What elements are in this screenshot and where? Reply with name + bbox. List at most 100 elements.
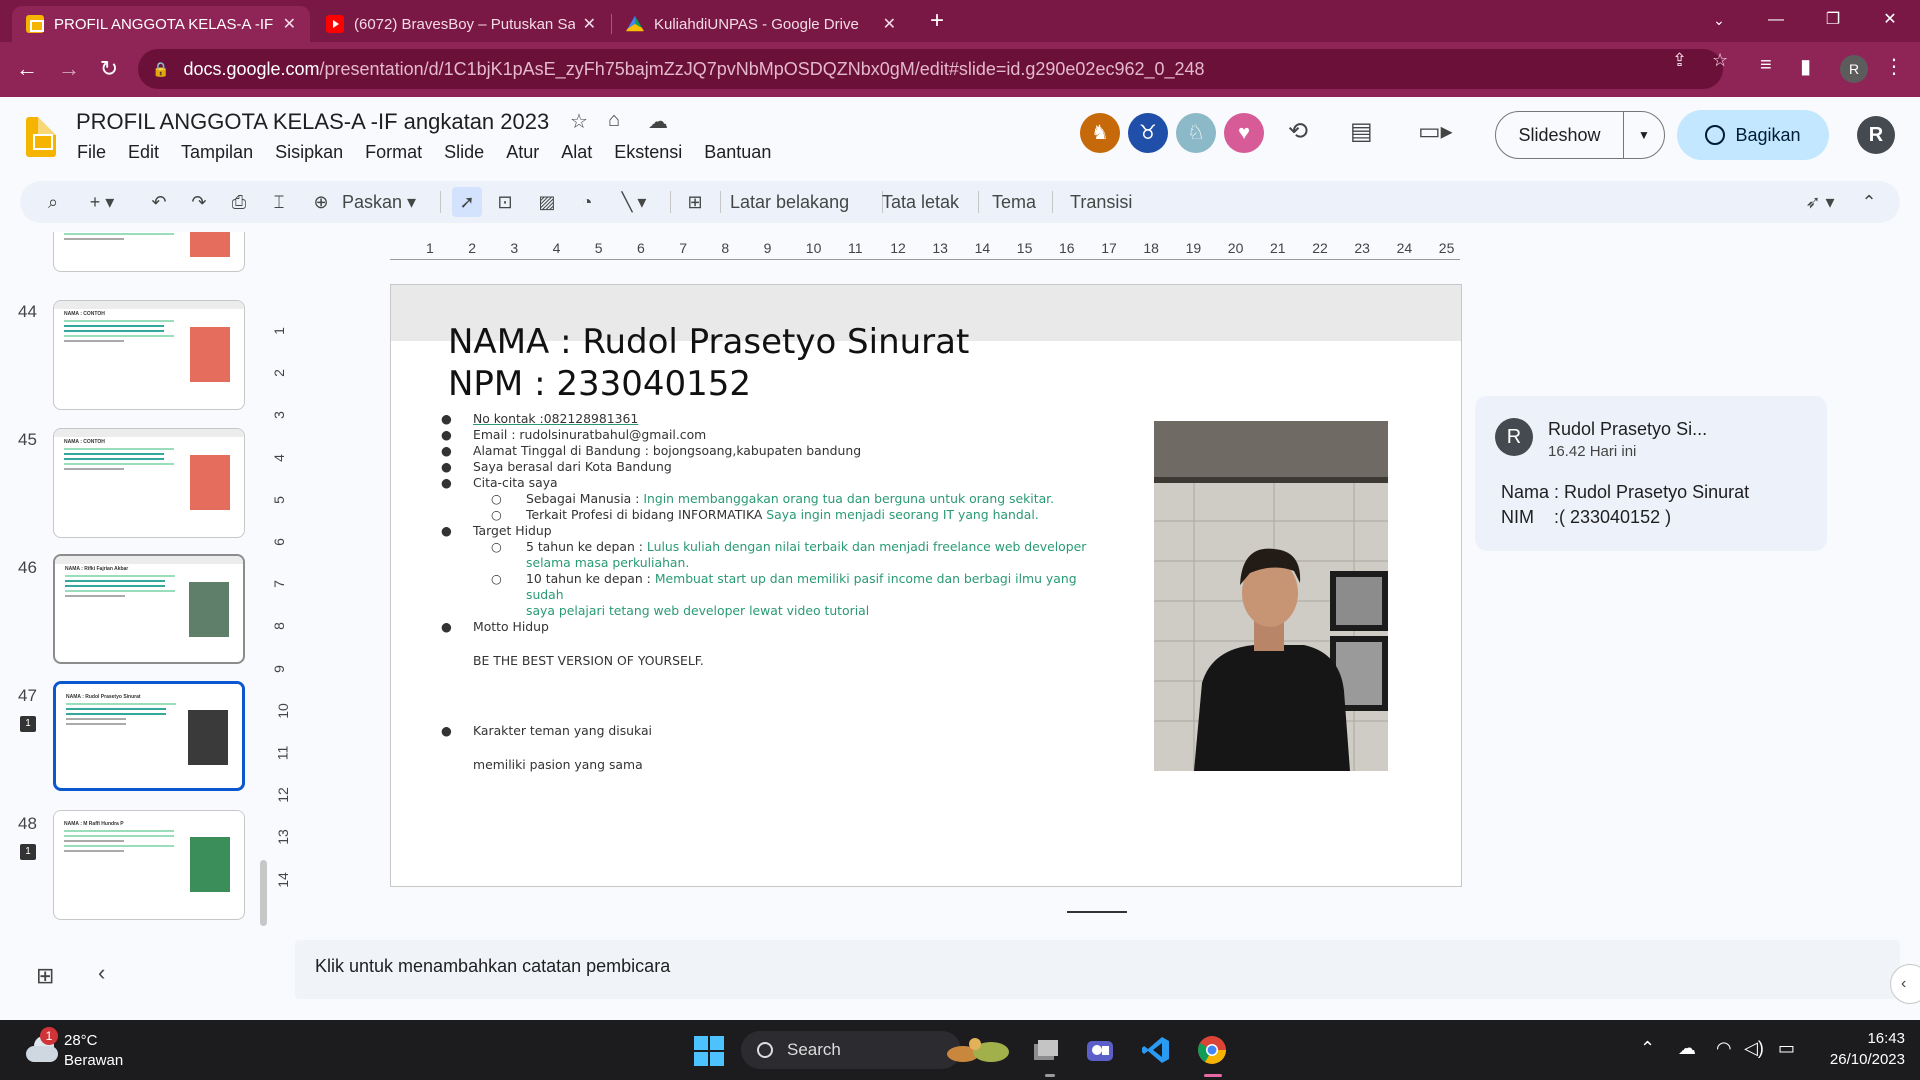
select-cursor-icon[interactable]: ➚ — [452, 187, 482, 217]
slideshow-label[interactable]: Slideshow — [1496, 112, 1624, 158]
vscode-icon[interactable] — [1140, 1034, 1172, 1066]
slide-title[interactable]: NAMA : Rudol Prasetyo Sinurat NPM : 2330… — [448, 321, 969, 405]
collapse-filmstrip-icon[interactable]: ‹ — [98, 960, 105, 986]
line-icon[interactable]: ╲ ▾ — [614, 187, 654, 217]
slide-thumbnail[interactable]: NAMA : CONTOH — [53, 300, 245, 410]
slide-thumbnail[interactable]: NAMA : M Raffi Hundra P — [53, 810, 245, 920]
meet-app-icon[interactable] — [1084, 1034, 1116, 1066]
zoom-icon[interactable]: ⊕ — [308, 187, 334, 217]
tab-drive[interactable]: KuliahdiUNPAS - Google Drive ✕ — [612, 6, 910, 42]
search-menus-icon[interactable]: ⌕ — [40, 187, 66, 217]
chevron-down-icon[interactable]: ▼ — [1624, 128, 1664, 142]
menu-view[interactable]: Tampilan — [170, 142, 264, 163]
background-button[interactable]: Latar belakang — [730, 187, 849, 217]
slide-thumbnail-selected[interactable]: NAMA : Rudol Prasetyo Sinurat — [53, 681, 245, 791]
version-history-icon[interactable]: ⟲ — [1288, 117, 1308, 146]
menu-edit[interactable]: Edit — [117, 142, 170, 163]
addon-deer-icon[interactable]: ♉ — [1128, 113, 1168, 153]
document-title[interactable]: PROFIL ANGGOTA KELAS-A -IF angkatan 2023 — [76, 109, 549, 135]
theme-button[interactable]: Tema — [992, 187, 1036, 217]
meet-camera-icon[interactable]: ▭▸ — [1418, 117, 1453, 146]
chrome-menu-icon[interactable]: ⋮ — [1884, 54, 1904, 79]
back-icon[interactable]: ← — [12, 54, 42, 84]
slide-thumbnail[interactable]: NAMA : CONTOH — [53, 428, 245, 538]
url-input[interactable]: 🔒 docs.google.com/presentation/d/1C1bjK1… — [138, 49, 1723, 89]
profile-avatar[interactable]: R — [1840, 55, 1868, 83]
weather-temperature[interactable]: 28°C — [64, 1032, 98, 1049]
tray-chevron-up-icon[interactable]: ⌃ — [1640, 1038, 1655, 1059]
chrome-icon[interactable] — [1196, 1034, 1228, 1066]
menu-format[interactable]: Format — [354, 142, 433, 163]
menu-slide[interactable]: Slide — [433, 142, 495, 163]
side-panel-icon[interactable]: ▮ — [1800, 54, 1811, 79]
redo-icon[interactable]: ↷ — [186, 187, 212, 217]
share-page-icon[interactable]: ⇪ — [1672, 50, 1687, 71]
bookmark-star-icon[interactable]: ☆ — [1712, 50, 1728, 71]
restore-icon[interactable]: ❐ — [1811, 4, 1855, 36]
zoom-select[interactable]: Paskan ▾ — [342, 187, 416, 217]
paint-format-icon[interactable]: ⌶ — [266, 187, 292, 217]
account-avatar[interactable]: R — [1857, 116, 1895, 154]
addon-wolf-icon[interactable]: ♥ — [1224, 113, 1264, 153]
share-button[interactable]: Bagikan — [1677, 110, 1829, 160]
addon-unicorn-icon[interactable]: ♘ — [1176, 113, 1216, 153]
transition-button[interactable]: Transisi — [1070, 187, 1132, 217]
new-tab-button[interactable]: + — [922, 6, 952, 36]
move-to-folder-icon[interactable]: ⌂ — [608, 109, 620, 132]
undo-icon[interactable]: ↶ — [146, 187, 172, 217]
comment-card[interactable]: R Rudol Prasetyo Si... 16.42 Hari ini Na… — [1475, 396, 1827, 551]
menu-help[interactable]: Bantuan — [693, 142, 782, 163]
pen-mode-icon[interactable]: ➶ ▾ — [1800, 187, 1840, 217]
slides-logo-icon[interactable] — [26, 117, 56, 157]
slide-thumbnail[interactable] — [53, 232, 245, 272]
close-icon[interactable]: ✕ — [583, 14, 596, 34]
minimize-icon[interactable]: — — [1754, 4, 1798, 36]
close-icon[interactable]: ✕ — [883, 14, 896, 34]
taskbar-search[interactable]: Search — [741, 1031, 961, 1069]
tab-youtube[interactable]: (6072) BravesBoy – Putuskan Saj ✕ — [312, 6, 610, 42]
star-icon[interactable]: ☆ — [570, 109, 588, 134]
shape-icon[interactable]: ◔ — [572, 187, 602, 217]
tab-search-icon[interactable]: ⌄ — [1697, 4, 1741, 36]
clock-time[interactable]: 16:43 — [1865, 1030, 1905, 1047]
slide-thumbnail[interactable]: NAMA : Rifki Fajrian Akbar — [53, 554, 245, 664]
menu-file[interactable]: File — [66, 142, 117, 163]
forward-icon[interactable]: → — [54, 54, 84, 84]
image-icon[interactable]: ▨ — [532, 187, 562, 217]
layout-button[interactable]: Tata letak — [882, 187, 959, 217]
weather-condition[interactable]: Berawan — [64, 1052, 123, 1069]
slide-body-text[interactable]: ● No kontak :082128981361 ● Email : rudols… — [441, 411, 1101, 773]
onedrive-cloud-icon[interactable]: ☁ — [1678, 1038, 1696, 1059]
wifi-icon[interactable]: ◠ — [1716, 1038, 1732, 1059]
battery-icon[interactable]: ▭ — [1778, 1038, 1795, 1059]
collapse-toolbar-icon[interactable]: ⌃ — [1856, 187, 1882, 217]
tab-slides[interactable]: PROFIL ANGGOTA KELAS-A -IF a ✕ — [12, 6, 310, 42]
menu-extensions[interactable]: Ekstensi — [603, 142, 693, 163]
filmstrip-scrollbar[interactable] — [260, 860, 267, 926]
addon-lion-icon[interactable]: ♞ — [1080, 113, 1120, 153]
comments-icon[interactable]: ▤ — [1350, 117, 1373, 146]
speaker-notes-placeholder[interactable]: Klik untuk menambahkan catatan pembicara — [315, 956, 670, 977]
menu-insert[interactable]: Sisipkan — [264, 142, 354, 163]
windows-start-icon[interactable] — [694, 1036, 724, 1066]
grid-view-icon[interactable]: ⊞ — [36, 963, 54, 989]
print-icon[interactable]: ⎙ — [226, 187, 252, 217]
profile-photo[interactable] — [1154, 421, 1388, 771]
text-box-icon[interactable]: ⊡ — [490, 187, 520, 217]
menu-tools[interactable]: Alat — [550, 142, 603, 163]
clock-date[interactable]: 26/10/2023 — [1816, 1051, 1905, 1068]
close-window-icon[interactable]: ✕ — [1868, 4, 1912, 36]
slide-canvas[interactable]: NAMA : Rudol Prasetyo Sinurat NPM : 2330… — [390, 284, 1462, 887]
menu-arrange[interactable]: Atur — [495, 142, 550, 163]
new-slide-icon[interactable]: + ▾ — [82, 187, 122, 217]
add-comment-icon[interactable]: ⊞ — [680, 187, 710, 217]
slideshow-button[interactable]: Slideshow ▼ — [1495, 111, 1665, 159]
close-icon[interactable]: ✕ — [283, 14, 296, 34]
volume-icon[interactable]: ◁) — [1744, 1038, 1764, 1059]
speaker-notes[interactable]: Klik untuk menambahkan catatan pembicara — [295, 940, 1900, 999]
file-explorer-icon[interactable] — [1030, 1034, 1062, 1066]
notes-resize-handle[interactable] — [1067, 911, 1127, 913]
cloud-status-icon[interactable]: ☁ — [648, 109, 668, 134]
media-queue-icon[interactable]: ≡ — [1760, 54, 1772, 77]
reload-icon[interactable]: ↻ — [94, 54, 124, 84]
